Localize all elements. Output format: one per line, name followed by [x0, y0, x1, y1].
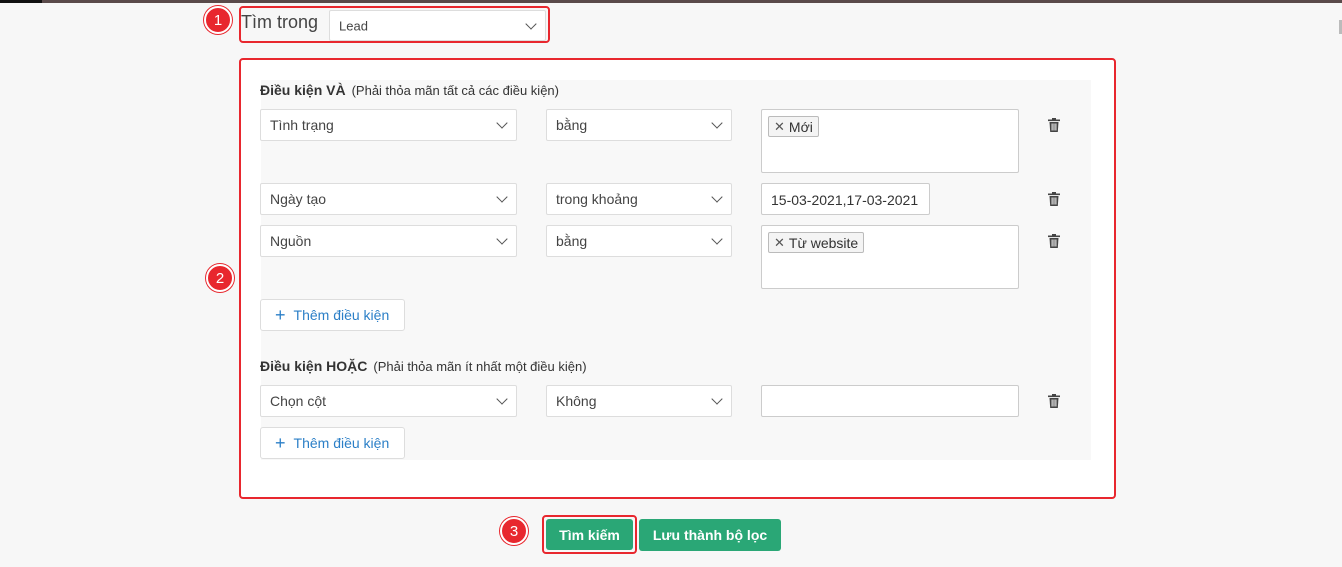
- and-section-title: Điều kiện VÀ (Phải thỏa mãn tất cả các đi…: [260, 82, 559, 98]
- plus-icon: +: [275, 305, 286, 325]
- add-or-condition-button[interactable]: + Thêm điều kiện: [260, 427, 405, 459]
- and-row-3-value[interactable]: ✕ Từ website: [761, 225, 1019, 289]
- step-badge-3: 3: [500, 517, 528, 545]
- search-button[interactable]: Tìm kiếm: [546, 519, 633, 550]
- or-row-1-value[interactable]: [761, 385, 1019, 417]
- trash-icon[interactable]: [1048, 118, 1060, 132]
- or-section-title: Điều kiện HOẶC (Phải thỏa mãn ít nhất một…: [260, 358, 587, 374]
- trash-icon[interactable]: [1048, 234, 1060, 248]
- and-row-3-field[interactable]: Nguồn: [260, 225, 517, 257]
- search-in-label: Tìm trong: [241, 12, 319, 32]
- and-row-1-operator[interactable]: bằng: [546, 109, 732, 141]
- top-border: [0, 0, 1342, 3]
- close-icon[interactable]: ✕: [774, 235, 785, 251]
- and-row-3-operator[interactable]: bằng: [546, 225, 732, 257]
- value-chip: ✕ Mới: [768, 116, 819, 137]
- and-row-2-date-range[interactable]: 15-03-2021,17-03-2021: [761, 183, 930, 215]
- save-filter-button[interactable]: Lưu thành bộ lọc: [639, 519, 781, 551]
- chevron-down-icon: [496, 233, 508, 245]
- plus-icon: +: [275, 433, 286, 453]
- chevron-down-icon: [711, 393, 723, 405]
- search-in-value: Lead: [339, 18, 368, 33]
- chevron-down-icon: [711, 233, 723, 245]
- and-row-2-operator[interactable]: trong khoảng: [546, 183, 732, 215]
- step-badge-2: 2: [206, 264, 234, 292]
- trash-icon[interactable]: [1048, 394, 1060, 408]
- add-and-condition-button[interactable]: + Thêm điều kiện: [260, 299, 405, 331]
- trash-icon[interactable]: [1048, 192, 1060, 206]
- conditions-panel: Điều kiện VÀ (Phải thỏa mãn tất cả các đi…: [239, 58, 1116, 499]
- or-row-1-operator[interactable]: Không: [546, 385, 732, 417]
- and-row-1-field[interactable]: Tình trạng: [260, 109, 517, 141]
- chevron-down-icon: [496, 117, 508, 129]
- search-button-highlight: Tìm kiếm: [542, 515, 637, 554]
- search-in-group: Tìm trong Lead: [239, 6, 550, 43]
- and-row-2-field[interactable]: Ngày tạo: [260, 183, 517, 215]
- or-title: Điều kiện HOẶC: [260, 358, 368, 374]
- and-title: Điều kiện VÀ: [260, 82, 346, 98]
- or-row-1-field[interactable]: Chọn cột: [260, 385, 517, 417]
- and-hint: (Phải thỏa mãn tất cả các điều kiện): [351, 83, 559, 98]
- chevron-down-icon: [525, 17, 537, 30]
- step-badge-1: 1: [204, 6, 232, 34]
- or-hint: (Phải thỏa mãn ít nhất một điều kiện): [373, 359, 587, 374]
- and-row-1-value[interactable]: ✕ Mới: [761, 109, 1019, 173]
- search-in-select[interactable]: Lead: [329, 10, 546, 41]
- value-chip: ✕ Từ website: [768, 232, 865, 253]
- chevron-down-icon: [496, 393, 508, 405]
- chevron-down-icon: [711, 191, 723, 203]
- close-icon[interactable]: ✕: [774, 119, 785, 135]
- chevron-down-icon: [711, 117, 723, 129]
- chevron-down-icon: [496, 191, 508, 203]
